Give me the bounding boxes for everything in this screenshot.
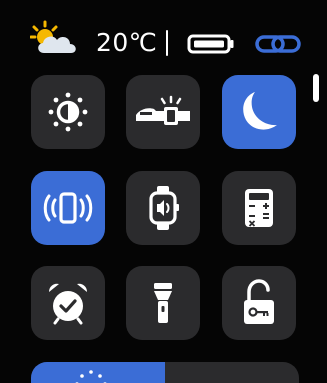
vibration-icon [43,192,93,224]
scrollbar[interactable] [313,74,319,102]
status-divider [166,30,168,56]
do-not-disturb-toggle[interactable] [222,75,296,149]
find-watch-icon [149,186,179,230]
unlock-button[interactable] [222,266,296,340]
find-watch-button[interactable] [126,171,200,245]
partly-cloudy-icon [30,20,76,53]
flashlight-icon [154,283,172,323]
alarm-button[interactable] [31,266,105,340]
link-icon [255,35,301,53]
battery-icon [187,34,234,54]
moon-icon [243,92,277,130]
brightness-slider[interactable] [31,362,299,383]
control-center: 20℃ [0,0,327,383]
temperature-readout: 20℃ [96,28,158,57]
raise-to-wake-icon [136,95,190,125]
flashlight-button[interactable] [126,266,200,340]
calculator-button[interactable] [222,171,296,245]
raise-to-wake-toggle[interactable] [126,75,200,149]
status-bar: 20℃ [0,0,327,62]
brightness-toggle[interactable] [31,75,105,149]
calculator-icon [245,189,273,227]
brightness-icon [48,92,88,132]
unlock-icon [244,279,274,324]
alarm-icon [48,283,88,325]
vibration-toggle[interactable] [31,171,105,245]
sun-icon [75,370,107,383]
